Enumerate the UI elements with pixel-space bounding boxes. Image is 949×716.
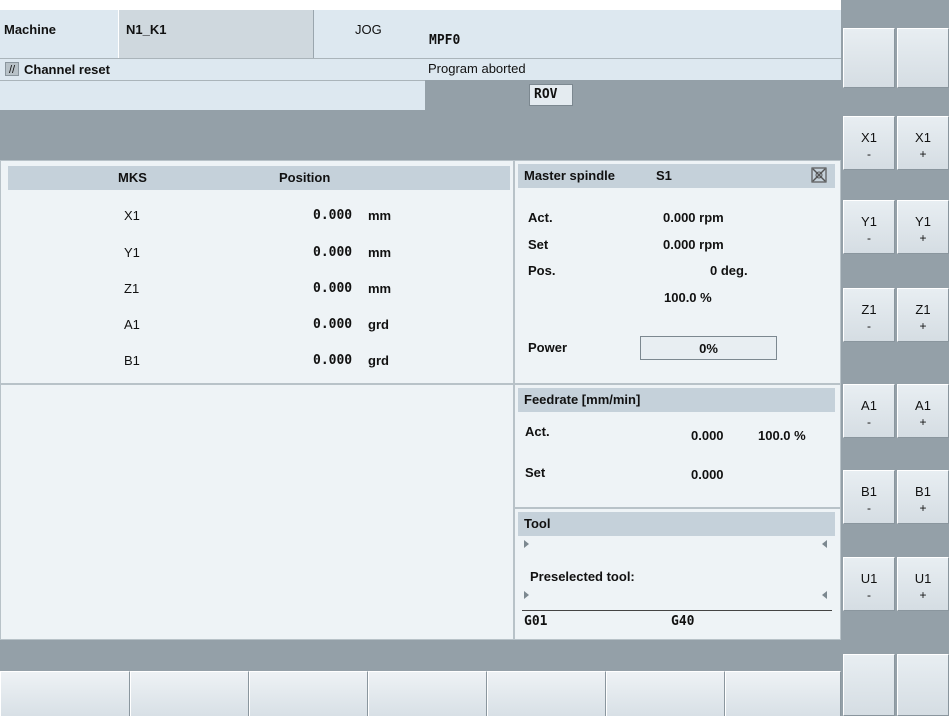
feedrate-act-label: Act.: [525, 424, 550, 439]
horizontal-softkey-4[interactable]: [368, 671, 487, 716]
separator-bar: [0, 110, 841, 160]
spindle-set-value: 0.000 rpm: [663, 237, 724, 252]
axis-name: X1: [124, 208, 140, 223]
bottom-status-bar: [0, 640, 841, 671]
tool-divider: [522, 610, 832, 611]
axis-unit: grd: [368, 317, 389, 332]
jog-x-plus-button[interactable]: X1 +: [897, 116, 949, 170]
spindle-power-label: Power: [528, 340, 568, 355]
feedrate-set-value: 0.000: [691, 467, 724, 482]
rov-area: [425, 80, 841, 110]
jog-z-minus-button[interactable]: Z1-: [843, 288, 895, 342]
horizontal-softkey-6[interactable]: [606, 671, 725, 716]
feedrate-title: Feedrate [mm/min]: [524, 392, 641, 407]
feedrate-act-value: 0.000: [691, 428, 724, 443]
tool-title: Tool: [524, 516, 551, 531]
horizontal-softkey-7[interactable]: [725, 671, 841, 716]
machine-label: Machine: [4, 22, 57, 37]
gcode-group-1: G01: [524, 614, 548, 629]
horizontal-softkey-5[interactable]: [487, 671, 606, 716]
axes-panel: [0, 160, 514, 384]
scroll-right-icon: [524, 591, 529, 599]
axis-value: 0.000: [313, 353, 353, 368]
program-name: MPF0: [429, 33, 461, 48]
jog-y-minus-button[interactable]: Y1-: [843, 200, 895, 254]
tool-header: [518, 512, 835, 536]
spindle-name: S1: [656, 168, 672, 183]
spindle-title: Master spindle: [524, 168, 616, 183]
axis-value: 0.000: [313, 208, 353, 223]
axis-value: 0.000: [313, 281, 353, 296]
jog-b-minus-button[interactable]: B1-: [843, 470, 895, 524]
axis-name: B1: [124, 353, 140, 368]
mode-label: JOG: [355, 22, 382, 37]
jog-u-plus-button[interactable]: U1 +: [897, 557, 949, 611]
jog-u-minus-button[interactable]: U1-: [843, 557, 895, 611]
power-value: 0%: [699, 341, 718, 356]
horizontal-softkey-1[interactable]: [0, 671, 130, 716]
channel-status: Channel reset: [24, 62, 110, 77]
spindle-act-value: 0.000 rpm: [663, 210, 724, 225]
axis-name: Y1: [124, 245, 140, 260]
feedrate-override: 100.0 %: [758, 428, 806, 443]
jog-a-plus-button[interactable]: A1 +: [897, 384, 949, 438]
channel-reset-icon: //: [5, 62, 19, 76]
spindle-act-label: Act.: [528, 210, 553, 225]
scroll-left-icon: [822, 591, 827, 599]
axis-name: A1: [124, 317, 140, 332]
axis-unit: mm: [368, 281, 392, 296]
horizontal-softkey-3[interactable]: [249, 671, 368, 716]
axes-table-header: [8, 166, 510, 190]
gcode-group-2: G40: [671, 614, 695, 629]
jog-a-minus-button[interactable]: A1-: [843, 384, 895, 438]
spindle-pos-value: 0 deg.: [710, 263, 748, 278]
vertical-softkey-bottom-1[interactable]: [843, 654, 895, 716]
preselected-tool-label: Preselected tool:: [530, 569, 635, 584]
jog-x-minus-button[interactable]: X1-: [843, 116, 895, 170]
axis-unit: mm: [368, 208, 392, 223]
col-system: MKS: [118, 170, 147, 185]
axis-value: 0.000: [313, 245, 353, 260]
jog-b-plus-button[interactable]: B1 +: [897, 470, 949, 524]
axis-unit: mm: [368, 245, 392, 260]
alarm-line: [0, 80, 425, 110]
axis-unit: grd: [368, 353, 389, 368]
horizontal-softkey-2[interactable]: [130, 671, 249, 716]
vertical-softkey-bottom-2[interactable]: [897, 654, 949, 716]
spindle-set-label: Set: [528, 237, 549, 252]
channel-name: N1_K1: [126, 22, 167, 37]
vertical-softkey-top-2[interactable]: [897, 28, 949, 88]
rov-label: ROV: [534, 87, 558, 102]
program-cell: [425, 10, 841, 58]
vertical-softkey-top-1[interactable]: [843, 28, 895, 88]
program-status: Program aborted: [428, 61, 526, 76]
spindle-pos-label: Pos.: [528, 263, 556, 278]
axis-value: 0.000: [313, 317, 353, 332]
feedrate-set-label: Set: [525, 465, 546, 480]
scroll-left-icon: [822, 540, 827, 548]
scroll-right-icon: [524, 540, 529, 548]
col-position: Position: [279, 170, 331, 185]
jog-y-plus-button[interactable]: Y1 +: [897, 200, 949, 254]
jog-z-plus-button[interactable]: Z1 +: [897, 288, 949, 342]
axis-name: Z1: [124, 281, 140, 296]
program-display-panel: [0, 384, 514, 640]
power-bar: 0%: [640, 336, 777, 360]
spindle-stop-icon: [811, 167, 827, 183]
spindle-override: 100.0 %: [664, 290, 712, 305]
